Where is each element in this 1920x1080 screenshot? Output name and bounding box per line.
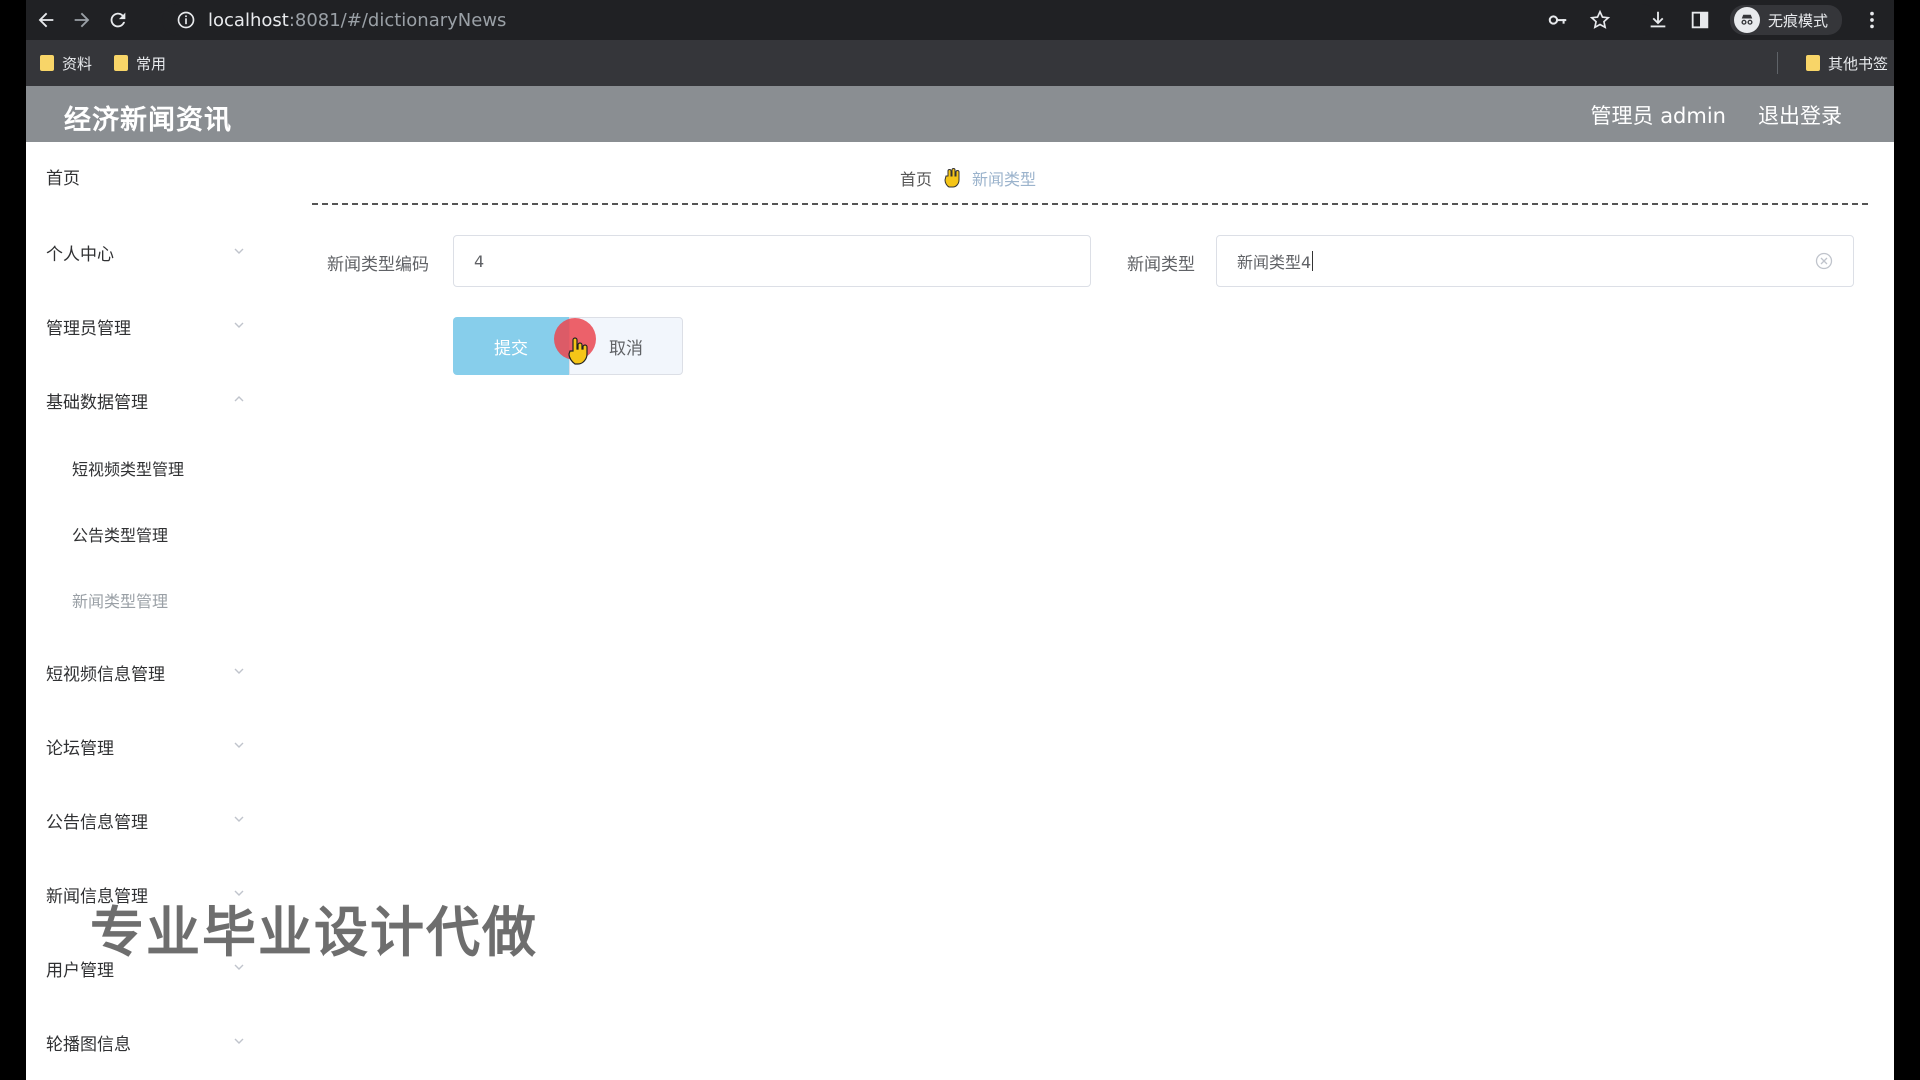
url-host: localhost <box>208 9 289 31</box>
incognito-icon <box>1733 7 1760 33</box>
sidebar-item-label: 基础数据管理 <box>46 392 148 413</box>
app-header: 经济新闻资讯 管理员 admin 退出登录 <box>26 86 1894 142</box>
sidebar-item-label: 管理员管理 <box>46 318 131 339</box>
chevron-down-icon <box>234 322 244 328</box>
download-icon[interactable] <box>1646 8 1670 32</box>
bookmark-label: 资料 <box>62 54 93 73</box>
sidebar-item-label: 短视频类型管理 <box>72 460 185 479</box>
current-user: 管理员 admin <box>1590 104 1726 128</box>
sidebar-item-personal-center[interactable]: 个人中心 <box>46 232 246 272</box>
watermark-text: 专业毕业设计代做 <box>90 901 538 964</box>
sidebar-item-forum[interactable]: 论坛管理 <box>46 726 246 766</box>
breadcrumb-current: 新闻类型 <box>972 170 1037 189</box>
other-bookmarks[interactable]: 其他书签 <box>1805 40 1888 86</box>
clear-icon[interactable] <box>1815 252 1833 270</box>
breadcrumb-home[interactable]: 首页 <box>900 166 932 190</box>
browser-actions: 无痕模式 <box>1546 0 1884 40</box>
info-icon[interactable] <box>176 10 196 30</box>
sidebar-item-label: 新闻类型管理 <box>72 592 169 611</box>
sidebar-item-label: 论坛管理 <box>46 738 114 759</box>
chevron-down-icon <box>234 248 244 254</box>
incognito-label: 无痕模式 <box>1767 11 1828 30</box>
text-caret <box>1312 251 1314 271</box>
sidebar-item-video-info[interactable]: 短视频信息管理 <box>46 652 246 692</box>
sidebar-item-label: 首页 <box>46 168 80 189</box>
breadcrumb: 首页 新闻类型 <box>900 166 1036 190</box>
reload-icon[interactable] <box>100 2 136 38</box>
chevron-down-icon <box>234 1038 244 1044</box>
sidebar-item-home[interactable]: 首页 <box>46 156 246 196</box>
hand-icon <box>944 168 960 188</box>
hand-cursor-icon <box>568 337 588 365</box>
sidebar-item-label: 短视频信息管理 <box>46 664 165 685</box>
app-title: 经济新闻资讯 <box>64 105 232 136</box>
key-icon[interactable] <box>1546 8 1570 32</box>
other-bookmarks-label: 其他书签 <box>1827 54 1888 73</box>
sidebar-item-basic-data[interactable]: 基础数据管理 <box>46 380 246 420</box>
sidebar-item-carousel[interactable]: 轮播图信息 <box>46 1022 246 1062</box>
bookmark-divider <box>1777 52 1778 74</box>
sidepanel-icon[interactable] <box>1688 8 1712 32</box>
submit-button[interactable]: 提交 <box>453 317 569 375</box>
chevron-up-icon <box>234 396 244 402</box>
type-input[interactable]: 新闻类型4 <box>1216 235 1854 287</box>
incognito-badge[interactable]: 无痕模式 <box>1729 5 1842 35</box>
chevron-down-icon <box>234 816 244 822</box>
code-input[interactable]: 4 <box>453 235 1091 287</box>
sidebar-item-label: 轮播图信息 <box>46 1034 131 1055</box>
url-path: :8081/#/dictionaryNews <box>288 9 507 31</box>
sidebar-item-admin[interactable]: 管理员管理 <box>46 306 246 346</box>
code-label: 新闻类型编码 <box>327 255 429 275</box>
bookmarks-bar: 资料 常用 其他书签 <box>26 40 1894 86</box>
star-icon[interactable] <box>1588 8 1612 32</box>
forward-arrow-icon[interactable] <box>64 2 100 38</box>
code-value: 4 <box>474 251 485 271</box>
divider <box>312 203 1868 205</box>
logout-button[interactable]: 退出登录 <box>1758 100 1842 130</box>
sidebar-item-notice-type[interactable]: 公告类型管理 <box>72 514 272 554</box>
bookmark-folder[interactable]: 常用 <box>114 53 166 74</box>
browser-toolbar: localhost:8081/#/dictionaryNews 无痕模式 <box>26 0 1894 40</box>
folder-icon <box>114 55 129 71</box>
sidebar-item-label: 公告信息管理 <box>46 812 148 833</box>
sidebar-item-news-type[interactable]: 新闻类型管理 <box>72 580 272 620</box>
sidebar-item-label: 个人中心 <box>46 244 114 265</box>
sidebar-item-video-type[interactable]: 短视频类型管理 <box>72 448 272 488</box>
folder-icon <box>40 55 54 71</box>
folder-icon <box>1805 55 1820 71</box>
address-bar[interactable]: localhost:8081/#/dictionaryNews <box>162 4 1658 36</box>
sidebar-item-notice-info[interactable]: 公告信息管理 <box>46 800 246 840</box>
type-label: 新闻类型 <box>1127 255 1195 275</box>
screen-frame: localhost:8081/#/dictionaryNews 无痕模式 资料… <box>26 0 1894 1080</box>
sidebar-item-label: 公告类型管理 <box>72 526 169 545</box>
type-value: 新闻类型4 <box>1237 253 1312 272</box>
bookmark-label: 常用 <box>136 54 167 73</box>
more-vert-icon[interactable] <box>1860 8 1884 32</box>
bookmark-folder[interactable]: 资料 <box>40 53 92 74</box>
chevron-down-icon <box>234 668 244 674</box>
chevron-down-icon <box>234 742 244 748</box>
back-arrow-icon[interactable] <box>28 2 64 38</box>
